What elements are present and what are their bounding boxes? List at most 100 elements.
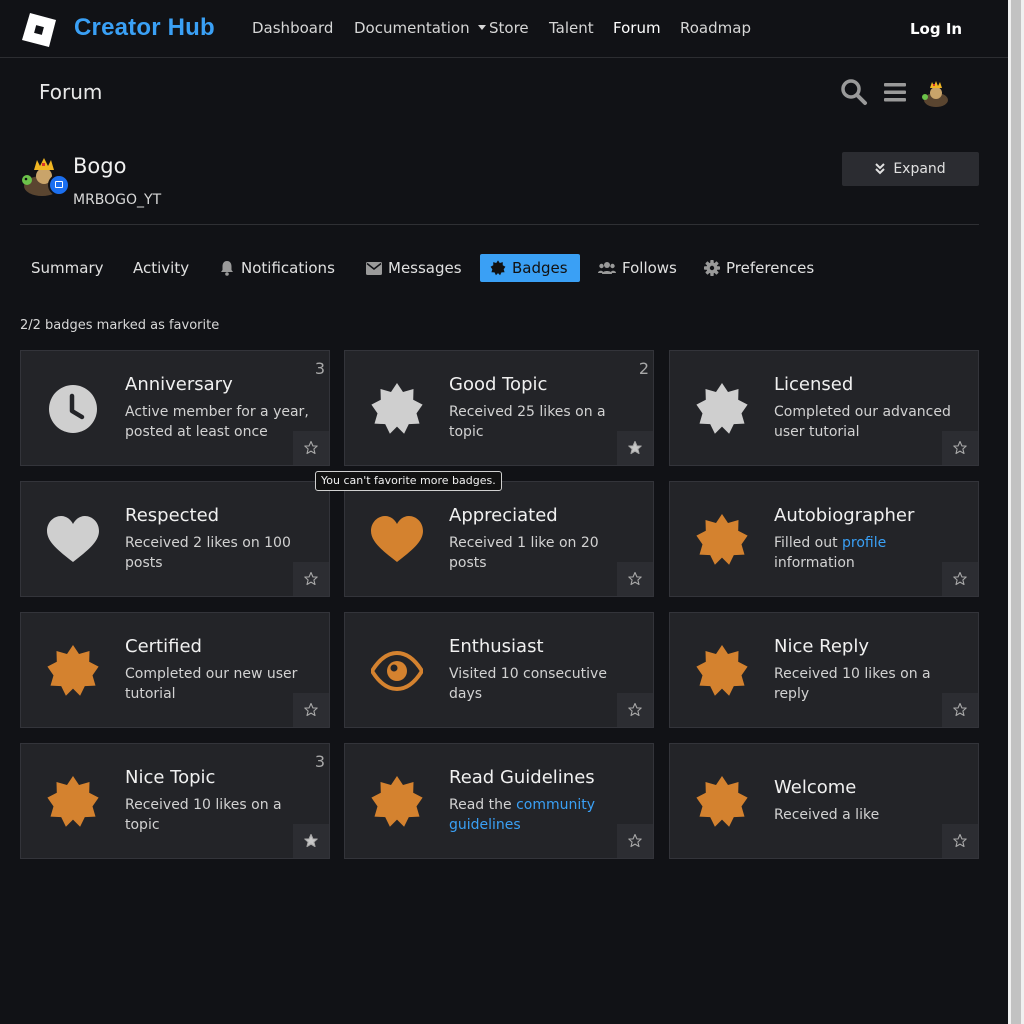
badge-text: Good Topic Received 25 likes on a topic bbox=[449, 351, 635, 465]
login-button[interactable]: Log In bbox=[910, 20, 962, 38]
clock-icon bbox=[49, 385, 97, 433]
top-navigation: Creator Hub Dashboard Documentation Stor… bbox=[0, 0, 1008, 58]
badge-title[interactable]: Welcome bbox=[774, 777, 960, 798]
favorite-star-button[interactable] bbox=[293, 824, 329, 858]
certificate-icon bbox=[47, 776, 99, 827]
badge-title[interactable]: Autobiographer bbox=[774, 505, 960, 526]
tab-messages[interactable]: Messages bbox=[356, 254, 472, 282]
profile-flair-icon bbox=[48, 174, 70, 196]
badge-text: Nice Topic Received 10 likes on a topic bbox=[125, 744, 311, 858]
favorite-star-button[interactable] bbox=[942, 562, 978, 596]
badge-card-certified[interactable]: Certified Completed our new user tutoria… bbox=[20, 612, 330, 728]
badge-title[interactable]: Nice Topic bbox=[125, 767, 311, 788]
star-icon bbox=[628, 834, 642, 848]
users-icon bbox=[598, 262, 616, 274]
badge-icon bbox=[490, 260, 506, 276]
expand-button[interactable]: Expand bbox=[842, 152, 979, 186]
badge-title[interactable]: Licensed bbox=[774, 374, 960, 395]
badge-desc-link[interactable]: profile bbox=[842, 535, 886, 551]
badge-title[interactable]: Certified bbox=[125, 636, 311, 657]
favorite-star-button[interactable] bbox=[617, 824, 653, 858]
badge-card-appreciated[interactable]: Appreciated Received 1 like on 20 posts bbox=[344, 481, 654, 597]
badge-grant-count: 3 bbox=[314, 359, 325, 378]
tab-follows[interactable]: Follows bbox=[588, 254, 687, 282]
badge-desc-text: Filled out bbox=[774, 535, 843, 551]
badge-description: Filled out profile information bbox=[774, 533, 960, 573]
badge-card-anniversary[interactable]: Anniversary Active member for a year, po… bbox=[20, 350, 330, 466]
badge-title[interactable]: Respected bbox=[125, 505, 311, 526]
profile-divider bbox=[20, 224, 979, 225]
nav-talent[interactable]: Talent bbox=[549, 19, 594, 37]
badge-card-good-topic[interactable]: Good Topic Received 25 likes on a topic … bbox=[344, 350, 654, 466]
roblox-logo-icon[interactable] bbox=[22, 13, 56, 47]
scrollbar-thumb[interactable] bbox=[1011, 0, 1021, 1024]
badge-title[interactable]: Nice Reply bbox=[774, 636, 960, 657]
badge-card-licensed[interactable]: Licensed Completed our advanced user tut… bbox=[669, 350, 979, 466]
badge-desc-text: Received 10 likes on a topic bbox=[125, 797, 282, 833]
star-icon bbox=[953, 834, 967, 848]
nav-dashboard[interactable]: Dashboard bbox=[252, 19, 333, 37]
badge-title[interactable]: Enthusiast bbox=[449, 636, 635, 657]
badge-description: Read the community guidelines bbox=[449, 795, 635, 835]
search-icon[interactable] bbox=[840, 78, 868, 106]
brand-name[interactable]: Creator Hub bbox=[74, 14, 215, 42]
badge-title[interactable]: Read Guidelines bbox=[449, 767, 635, 788]
star-icon bbox=[628, 441, 642, 455]
badge-desc-text: Visited 10 consecutive days bbox=[449, 666, 607, 702]
favorite-star-button[interactable] bbox=[942, 824, 978, 858]
favorite-star-button[interactable] bbox=[617, 693, 653, 727]
tab-summary[interactable]: Summary bbox=[21, 254, 114, 282]
nav-store[interactable]: Store bbox=[489, 19, 529, 37]
badge-description: Received 10 likes on a reply bbox=[774, 664, 960, 704]
badge-text: Appreciated Received 1 like on 20 posts bbox=[449, 482, 635, 596]
eye-icon bbox=[371, 650, 423, 692]
tab-activity[interactable]: Activity bbox=[123, 254, 199, 282]
badge-card-autobiographer[interactable]: Autobiographer Filled out profile inform… bbox=[669, 481, 979, 597]
profile-name: Bogo bbox=[73, 154, 127, 178]
tab-label: Notifications bbox=[241, 259, 335, 277]
badge-description: Received a like bbox=[774, 805, 960, 825]
badge-card-nice-topic[interactable]: Nice Topic Received 10 likes on a topic … bbox=[20, 743, 330, 859]
nav-forum[interactable]: Forum bbox=[613, 19, 661, 37]
favorite-star-button[interactable] bbox=[942, 431, 978, 465]
tooltip: You can't favorite more badges. bbox=[315, 471, 502, 491]
badge-description: Active member for a year, posted at leas… bbox=[125, 402, 311, 442]
badge-card-welcome[interactable]: Welcome Received a like bbox=[669, 743, 979, 859]
favorite-star-button[interactable] bbox=[617, 431, 653, 465]
badge-card-respected[interactable]: Respected Received 2 likes on 100 posts bbox=[20, 481, 330, 597]
badge-title[interactable]: Good Topic bbox=[449, 374, 635, 395]
badge-desc-text: Read the bbox=[449, 797, 517, 813]
tab-notifications[interactable]: Notifications bbox=[209, 254, 345, 282]
badge-card-enthusiast[interactable]: Enthusiast Visited 10 consecutive days bbox=[344, 612, 654, 728]
badge-card-read-guidelines[interactable]: Read Guidelines Read the community guide… bbox=[344, 743, 654, 859]
avatar[interactable] bbox=[920, 80, 950, 108]
favorite-star-button[interactable] bbox=[617, 562, 653, 596]
tab-label: Activity bbox=[133, 259, 190, 277]
tab-label: Follows bbox=[622, 259, 677, 277]
scrollbar[interactable] bbox=[1008, 0, 1024, 1024]
forum-title[interactable]: Forum bbox=[39, 80, 102, 104]
badge-description: Received 1 like on 20 posts bbox=[449, 533, 635, 573]
hamburger-icon[interactable] bbox=[882, 78, 908, 106]
bell-icon bbox=[221, 261, 233, 276]
badge-title[interactable]: Anniversary bbox=[125, 374, 311, 395]
badge-title[interactable]: Appreciated bbox=[449, 505, 635, 526]
badge-text: Certified Completed our new user tutoria… bbox=[125, 613, 311, 727]
star-icon bbox=[628, 703, 642, 717]
favorite-star-button[interactable] bbox=[942, 693, 978, 727]
favorite-star-button[interactable] bbox=[293, 562, 329, 596]
tab-badges[interactable]: Badges bbox=[480, 254, 580, 282]
badge-desc-text: Received a like bbox=[774, 807, 880, 823]
nav-documentation[interactable]: Documentation bbox=[354, 19, 486, 37]
nav-roadmap[interactable]: Roadmap bbox=[680, 19, 751, 37]
gear-icon bbox=[704, 260, 720, 276]
heart-icon bbox=[371, 516, 423, 562]
badge-desc-text: Received 1 like on 20 posts bbox=[449, 535, 599, 571]
tab-label: Preferences bbox=[726, 259, 815, 277]
favorite-star-button[interactable] bbox=[293, 431, 329, 465]
tab-preferences[interactable]: Preferences bbox=[694, 254, 824, 282]
badge-desc-text: Completed our advanced user tutorial bbox=[774, 404, 951, 440]
favorite-star-button[interactable] bbox=[293, 693, 329, 727]
badge-card-nice-reply[interactable]: Nice Reply Received 10 likes on a reply bbox=[669, 612, 979, 728]
badge-desc-text: Completed our new user tutorial bbox=[125, 666, 298, 702]
